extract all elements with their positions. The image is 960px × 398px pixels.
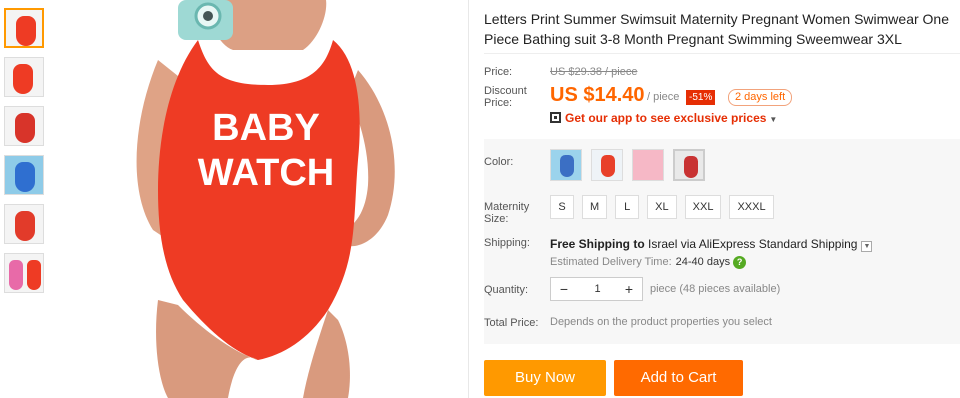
size-options: S M L XL XXL XXXL xyxy=(550,195,782,219)
qr-code-icon xyxy=(550,112,561,123)
color-swatches xyxy=(550,149,714,181)
size-option-s[interactable]: S xyxy=(550,195,574,219)
options-block: Color: Maternity Size: S M L XL XXL XXXL Ship… xyxy=(484,139,960,344)
size-option-xxxl[interactable]: XXXL xyxy=(729,195,774,219)
shipping-info: Free Shipping to Israel via AliExpress S… xyxy=(550,237,873,252)
size-option-l[interactable]: L xyxy=(615,195,640,219)
color-swatch-blue[interactable] xyxy=(550,149,582,181)
price-block: Price: US $29.38 / piece Discount Price:… xyxy=(484,53,960,133)
thumbnail-5[interactable] xyxy=(4,204,44,244)
size-option-xxl[interactable]: XXL xyxy=(684,195,722,219)
increase-quantity-button[interactable]: + xyxy=(618,278,640,300)
price-unit: / piece xyxy=(647,91,680,103)
total-price-value: Depends on the product properties you se… xyxy=(550,316,772,328)
shipping-destination: Israel via AliExpress Standard Shipping xyxy=(648,237,858,251)
total-price-label: Total Price: xyxy=(484,317,539,329)
main-product-image[interactable]: BABY WATCH xyxy=(58,0,468,398)
product-title: Letters Print Summer Swimsuit Maternity … xyxy=(484,11,950,47)
discount-badge: -51% xyxy=(686,90,716,105)
thumbnail-4[interactable] xyxy=(4,155,44,195)
print-text: BABY xyxy=(212,107,320,149)
original-price: US $29.38 / piece xyxy=(550,66,638,78)
product-info-panel: Letters Print Summer Swimsuit Maternity … xyxy=(484,0,960,398)
size-label: Maternity Size: xyxy=(484,201,530,225)
svg-text:WATCH: WATCH xyxy=(198,152,335,194)
thumbnail-2[interactable] xyxy=(4,57,44,97)
app-promo-text: Get our app to see exclusive prices xyxy=(565,111,767,125)
add-to-cart-button[interactable]: Add to Cart xyxy=(614,360,743,396)
divider xyxy=(468,0,469,398)
help-icon[interactable]: ? xyxy=(733,256,747,269)
color-swatch-red-dark[interactable] xyxy=(673,149,705,181)
app-promo-link[interactable]: Get our app to see exclusive prices ▼ xyxy=(550,111,777,125)
quantity-label: Quantity: xyxy=(484,284,529,296)
thumbnail-1[interactable] xyxy=(4,8,44,48)
size-option-xl[interactable]: XL xyxy=(647,195,677,219)
color-label: Color: xyxy=(484,156,514,168)
chevron-down-icon: ▼ xyxy=(769,115,778,124)
free-shipping-text: Free Shipping to xyxy=(550,237,645,251)
product-photo: BABY WATCH xyxy=(58,0,468,398)
quantity-available: piece (48 pieces available) xyxy=(650,283,781,295)
discount-price-label: Discount Price: xyxy=(484,85,527,109)
size-option-m[interactable]: M xyxy=(582,195,608,219)
chevron-down-icon[interactable]: ▼ xyxy=(861,241,873,252)
time-left-badge: 2 days left xyxy=(728,89,793,106)
color-swatch-pink[interactable] xyxy=(632,149,664,181)
eta-value: 24-40 days xyxy=(675,256,731,268)
thumbnail-6[interactable] xyxy=(4,253,44,293)
color-swatch-red[interactable] xyxy=(591,149,623,181)
eta-label: Estimated Delivery Time: xyxy=(550,256,672,268)
price-label: Price: xyxy=(484,66,513,78)
estimated-delivery: Estimated Delivery Time: 24-40 days? xyxy=(550,256,747,269)
buy-now-button[interactable]: Buy Now xyxy=(484,360,606,396)
shipping-label: Shipping: xyxy=(484,237,530,249)
quantity-stepper: − + xyxy=(550,277,643,301)
decrease-quantity-button[interactable]: − xyxy=(553,278,575,300)
quantity-input[interactable] xyxy=(575,280,620,298)
current-price: US $14.40 xyxy=(550,84,645,106)
thumbnail-3[interactable] xyxy=(4,106,44,146)
thumbnail-list xyxy=(4,8,46,302)
